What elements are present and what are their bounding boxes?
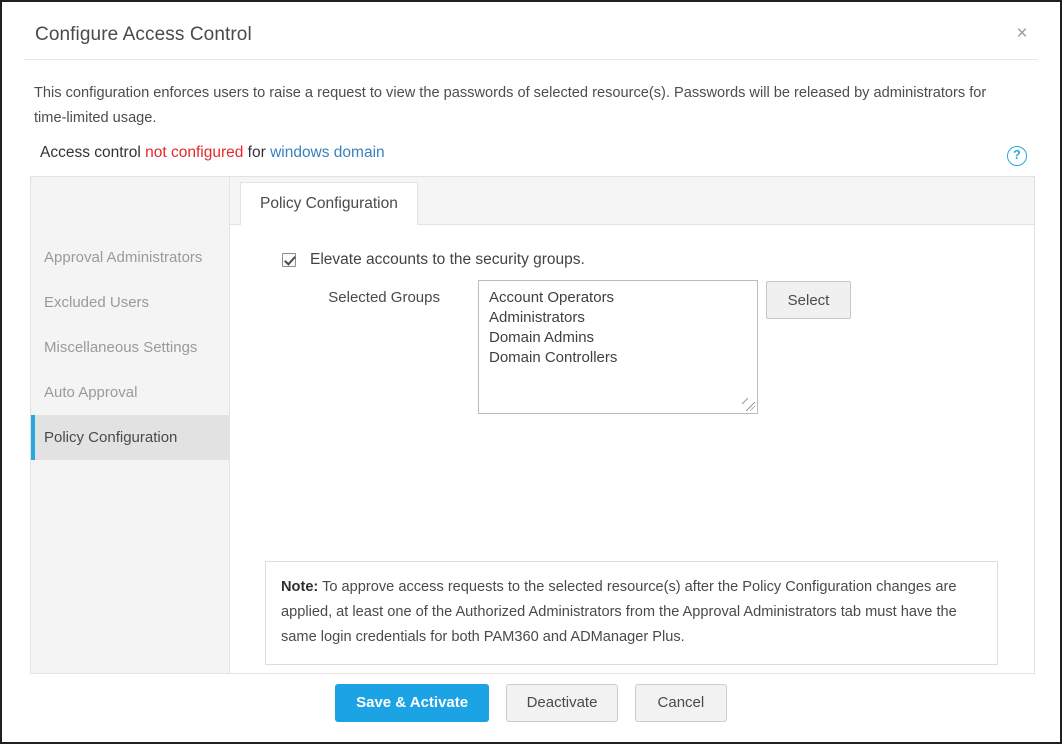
close-icon[interactable]: × bbox=[1011, 24, 1033, 46]
dialog-footer: Save & Activate Deactivate Cancel bbox=[2, 684, 1060, 726]
elevate-accounts-label: Elevate accounts to the security groups. bbox=[310, 251, 585, 269]
sidebar-item-label: Auto Approval bbox=[44, 384, 137, 401]
elevate-accounts-checkbox-row[interactable]: Elevate accounts to the security groups. bbox=[282, 251, 585, 269]
sidebar-item-label: Miscellaneous Settings bbox=[44, 339, 197, 356]
tab-strip: Policy Configuration bbox=[230, 177, 1034, 225]
page-title: Configure Access Control bbox=[35, 24, 252, 46]
dialog-description: This configuration enforces users to rai… bbox=[34, 81, 1016, 131]
sidebar-item-label: Excluded Users bbox=[44, 294, 149, 311]
select-groups-button[interactable]: Select bbox=[766, 281, 851, 319]
list-item: Administrators bbox=[489, 308, 757, 328]
tab-label: Policy Configuration bbox=[260, 195, 398, 212]
sidebar-item-label: Policy Configuration bbox=[44, 429, 177, 446]
sidebar-item-miscellaneous-settings[interactable]: Miscellaneous Settings bbox=[31, 325, 229, 370]
help-circle-icon[interactable]: ? bbox=[1007, 146, 1027, 166]
sidebar-item-policy-configuration[interactable]: Policy Configuration bbox=[31, 415, 229, 460]
sidebar-item-label: Approval Administrators bbox=[44, 249, 202, 266]
note-text: To approve access requests to the select… bbox=[281, 579, 957, 645]
note-prefix: Note: bbox=[281, 579, 318, 595]
note-box: Note: To approve access requests to the … bbox=[265, 561, 998, 665]
access-control-status: Access control not configured for window… bbox=[40, 144, 385, 162]
status-middle: for bbox=[243, 144, 270, 161]
dialog-header: Configure Access Control × bbox=[2, 2, 1060, 60]
selected-groups-label: Selected Groups bbox=[310, 289, 440, 306]
cancel-button[interactable]: Cancel bbox=[635, 684, 727, 722]
elevate-accounts-checkbox[interactable] bbox=[282, 253, 296, 267]
sidebar-item-approval-administrators[interactable]: Approval Administrators bbox=[31, 235, 229, 280]
status-target-link[interactable]: windows domain bbox=[270, 144, 385, 161]
list-item: Account Operators bbox=[489, 288, 757, 308]
selected-groups-textarea[interactable]: Account Operators Administrators Domain … bbox=[478, 280, 758, 414]
access-control-dialog: Configure Access Control × This configur… bbox=[0, 0, 1062, 744]
configuration-panel: Approval Administrators Excluded Users M… bbox=[30, 176, 1035, 674]
list-item: Domain Admins bbox=[489, 328, 757, 348]
resize-handle-icon[interactable] bbox=[742, 398, 755, 411]
sidebar: Approval Administrators Excluded Users M… bbox=[31, 177, 230, 673]
deactivate-button[interactable]: Deactivate bbox=[506, 684, 619, 722]
sidebar-item-excluded-users[interactable]: Excluded Users bbox=[31, 280, 229, 325]
sidebar-item-auto-approval[interactable]: Auto Approval bbox=[31, 370, 229, 415]
tab-content-policy-configuration: Elevate accounts to the security groups.… bbox=[230, 225, 1034, 673]
tab-policy-configuration[interactable]: Policy Configuration bbox=[240, 182, 418, 226]
status-state: not configured bbox=[145, 144, 243, 161]
header-divider bbox=[24, 59, 1038, 60]
list-item: Domain Controllers bbox=[489, 348, 757, 368]
status-prefix: Access control bbox=[40, 144, 145, 161]
save-and-activate-button[interactable]: Save & Activate bbox=[335, 684, 489, 722]
